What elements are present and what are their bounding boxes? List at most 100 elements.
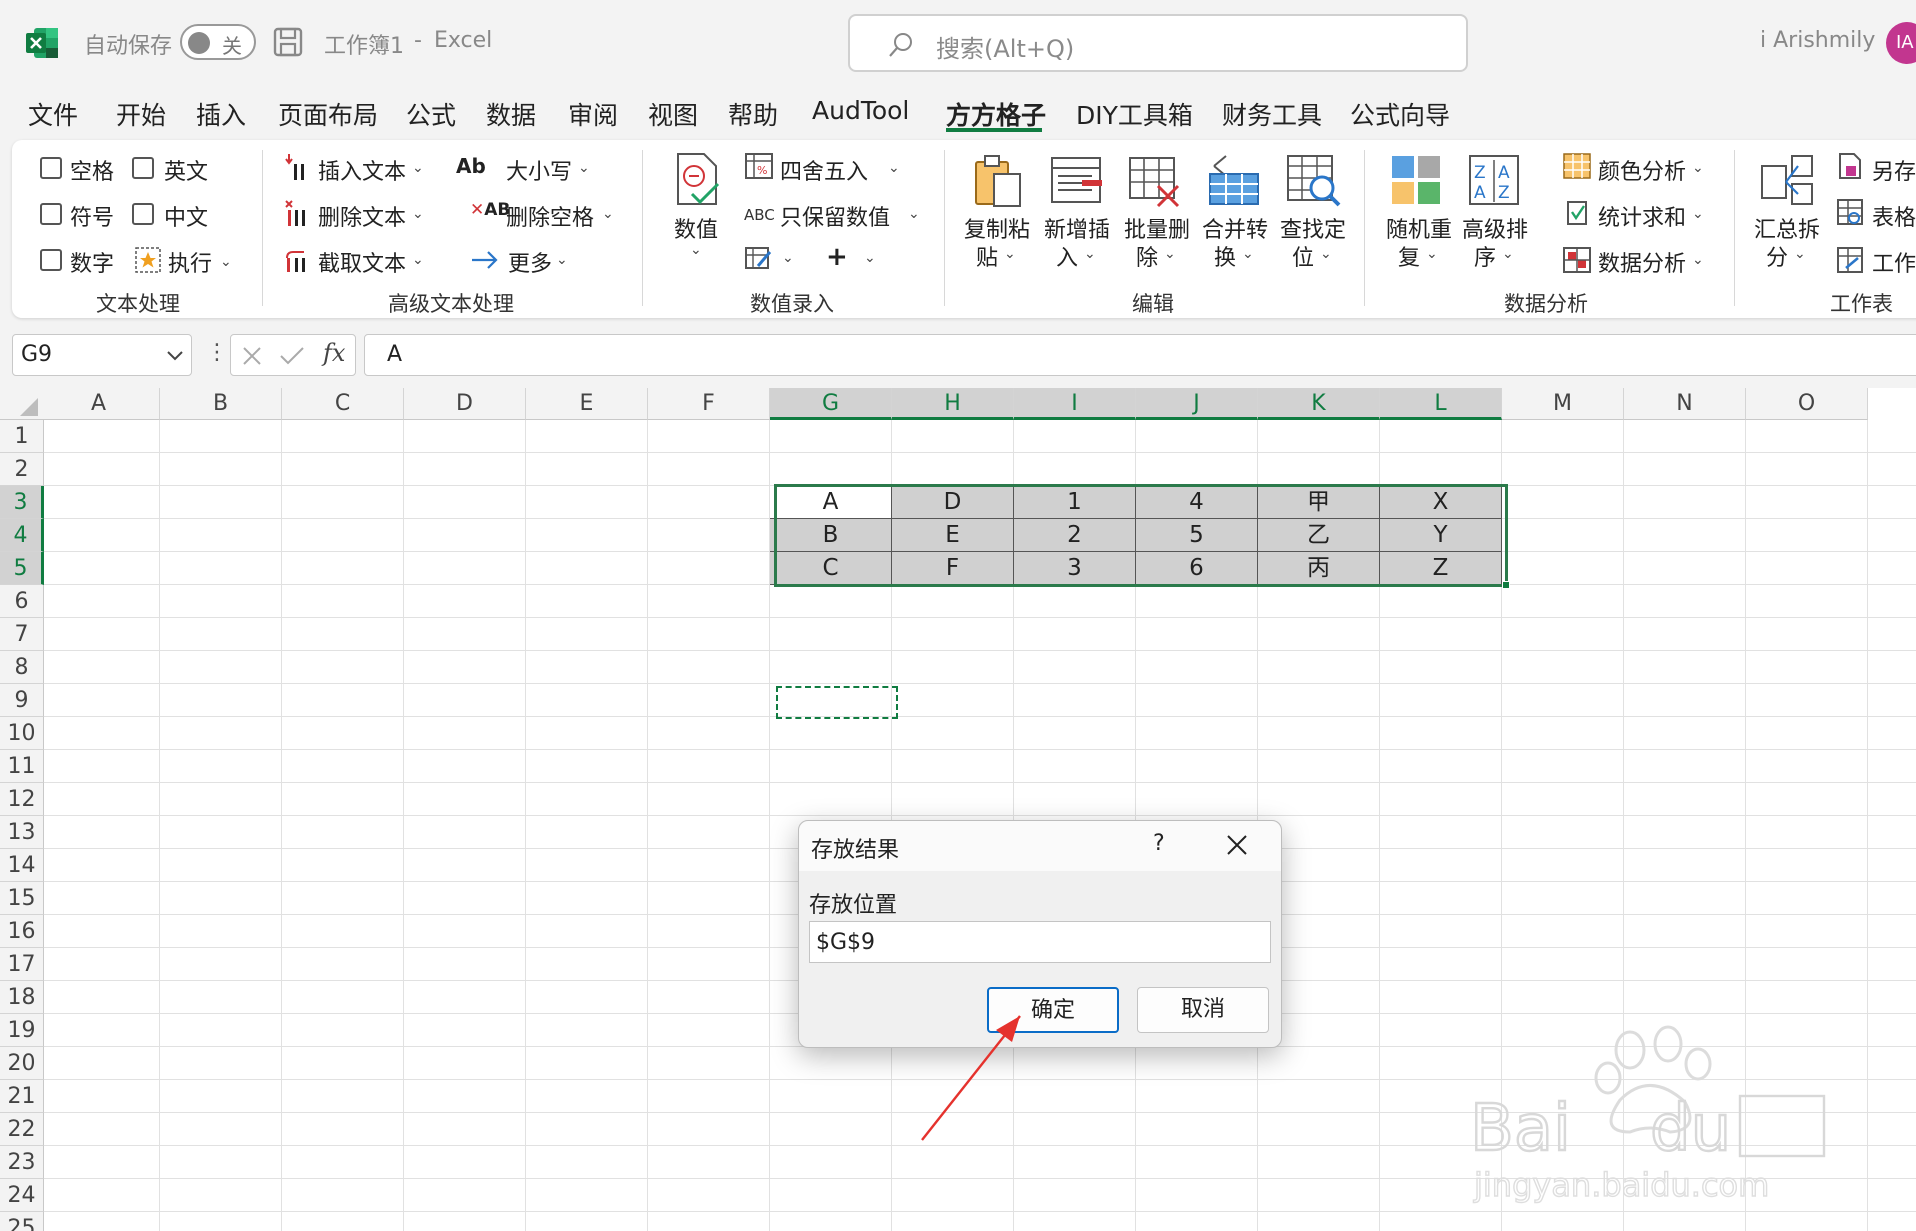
keep-value-button[interactable]: 只保留数值: [780, 200, 890, 232]
tab-home[interactable]: 开始: [116, 96, 166, 132]
row-header-21[interactable]: 21: [0, 1080, 44, 1113]
checkbox-space[interactable]: [40, 157, 62, 179]
row-header-6[interactable]: 6: [0, 585, 44, 618]
tab-audtool[interactable]: AudTool: [812, 96, 909, 125]
chevron-down-icon[interactable]: ⌄: [1692, 252, 1704, 268]
chevron-down-icon[interactable]: ⌄: [1794, 246, 1806, 262]
name-box[interactable]: G9: [12, 334, 192, 376]
chevron-down-icon[interactable]: [165, 345, 185, 365]
edit-input-icon[interactable]: [744, 244, 774, 272]
chevron-down-icon[interactable]: ⌄: [1320, 246, 1332, 262]
row-header-1[interactable]: 1: [0, 420, 44, 453]
confirm-entry-icon[interactable]: [279, 345, 305, 367]
chevron-down-icon[interactable]: ⌄: [556, 252, 568, 268]
checkbox-chinese[interactable]: [132, 203, 154, 225]
column-header-m[interactable]: M: [1502, 388, 1624, 420]
column-header-a[interactable]: A: [38, 388, 160, 420]
row-header-25[interactable]: 25: [0, 1212, 44, 1231]
chevron-down-icon[interactable]: ⌄: [412, 252, 424, 268]
column-header-j[interactable]: J: [1136, 388, 1258, 420]
extract-text-button[interactable]: 截取文本: [318, 246, 406, 278]
row-header-23[interactable]: 23: [0, 1146, 44, 1179]
delete-space-button[interactable]: 删除空格: [506, 200, 594, 232]
delete-text-button[interactable]: 删除文本: [318, 200, 406, 232]
formula-input[interactable]: A: [364, 334, 1916, 376]
plus-icon[interactable]: +: [826, 242, 848, 272]
row-header-22[interactable]: 22: [0, 1113, 44, 1146]
tab-insert[interactable]: 插入: [196, 96, 246, 132]
row-header-3[interactable]: 3: [0, 486, 44, 519]
cancel-button[interactable]: 取消: [1137, 987, 1269, 1033]
tab-formula-wizard[interactable]: 公式向导: [1350, 96, 1450, 132]
row-header-5[interactable]: 5: [0, 552, 44, 585]
insert-text-button[interactable]: 插入文本: [318, 154, 406, 186]
chevron-down-icon[interactable]: ⌄: [1502, 246, 1514, 262]
close-icon[interactable]: [1225, 833, 1249, 857]
chevron-down-icon[interactable]: ⌄: [220, 254, 232, 270]
column-header-i[interactable]: I: [1014, 388, 1136, 420]
row-header-17[interactable]: 17: [0, 948, 44, 981]
help-button[interactable]: ?: [1153, 831, 1165, 856]
row-header-14[interactable]: 14: [0, 849, 44, 882]
search-box[interactable]: 搜索(Alt+Q): [848, 14, 1468, 72]
tab-diy-toolbox[interactable]: DIY工具箱: [1076, 96, 1193, 132]
tab-page-layout[interactable]: 页面布局: [278, 96, 378, 132]
column-header-f[interactable]: F: [648, 388, 770, 420]
column-header-h[interactable]: H: [892, 388, 1014, 420]
fill-handle[interactable]: [1502, 581, 1510, 589]
chevron-down-icon[interactable]: ⌄: [888, 160, 900, 176]
summary-split-line2[interactable]: 分: [1766, 240, 1788, 272]
chevron-down-icon[interactable]: ⌄: [602, 206, 614, 222]
column-header-l[interactable]: L: [1380, 388, 1502, 420]
chevron-down-icon[interactable]: ⌄: [412, 206, 424, 222]
column-header-c[interactable]: C: [282, 388, 404, 420]
round-button[interactable]: 四舍五入: [780, 154, 868, 186]
row-header-15[interactable]: 15: [0, 882, 44, 915]
tab-data[interactable]: 数据: [486, 96, 536, 132]
insert-new-line2[interactable]: 入: [1056, 240, 1078, 272]
row-header-2[interactable]: 2: [0, 453, 44, 486]
tab-fangfanggezi[interactable]: 方方格子: [946, 96, 1046, 132]
color-analysis-button[interactable]: 颜色分析: [1598, 154, 1686, 186]
random-repeat-line2[interactable]: 复: [1398, 240, 1420, 272]
cancel-entry-icon[interactable]: [241, 345, 263, 367]
column-header-b[interactable]: B: [160, 388, 282, 420]
row-header-4[interactable]: 4: [0, 519, 44, 552]
table-button[interactable]: 表格: [1872, 200, 1916, 232]
advanced-sort-line2[interactable]: 序: [1474, 240, 1496, 272]
copy-paste-line2[interactable]: 贴: [976, 240, 998, 272]
tab-help[interactable]: 帮助: [728, 96, 778, 132]
row-header-7[interactable]: 7: [0, 618, 44, 651]
more-options-icon[interactable]: ⋮: [206, 340, 228, 365]
row-header-13[interactable]: 13: [0, 816, 44, 849]
chevron-down-icon[interactable]: ⌄: [690, 242, 702, 258]
autosave-toggle[interactable]: 关: [180, 24, 256, 60]
worksheet-button[interactable]: 工作: [1872, 246, 1916, 278]
storage-location-input[interactable]: [809, 921, 1271, 963]
tab-finance-tools[interactable]: 财务工具: [1222, 96, 1322, 132]
chevron-down-icon[interactable]: ⌄: [864, 250, 876, 266]
checkbox-symbol[interactable]: [40, 203, 62, 225]
value-button[interactable]: 数值: [674, 212, 718, 244]
case-button[interactable]: 大小写: [506, 154, 572, 186]
chevron-down-icon[interactable]: ⌄: [908, 206, 920, 222]
column-header-g[interactable]: G: [770, 388, 892, 420]
row-header-9[interactable]: 9: [0, 684, 44, 717]
save-as-button[interactable]: 另存: [1872, 154, 1916, 186]
find-locate-line2[interactable]: 位: [1292, 240, 1314, 272]
chevron-down-icon[interactable]: ⌄: [412, 160, 424, 176]
row-header-12[interactable]: 12: [0, 783, 44, 816]
chevron-down-icon[interactable]: ⌄: [1426, 246, 1438, 262]
tab-view[interactable]: 视图: [648, 96, 698, 132]
more-button[interactable]: 更多: [508, 246, 552, 278]
chevron-down-icon[interactable]: ⌄: [782, 250, 794, 266]
stat-sum-button[interactable]: 统计求和: [1598, 200, 1686, 232]
chevron-down-icon[interactable]: ⌄: [1084, 246, 1096, 262]
tab-file[interactable]: 文件: [28, 96, 78, 132]
column-header-n[interactable]: N: [1624, 388, 1746, 420]
execute-button[interactable]: 执行: [168, 246, 212, 278]
row-header-8[interactable]: 8: [0, 651, 44, 684]
column-header-o[interactable]: O: [1746, 388, 1868, 420]
column-header-k[interactable]: K: [1258, 388, 1380, 420]
checkbox-number[interactable]: [40, 249, 62, 271]
